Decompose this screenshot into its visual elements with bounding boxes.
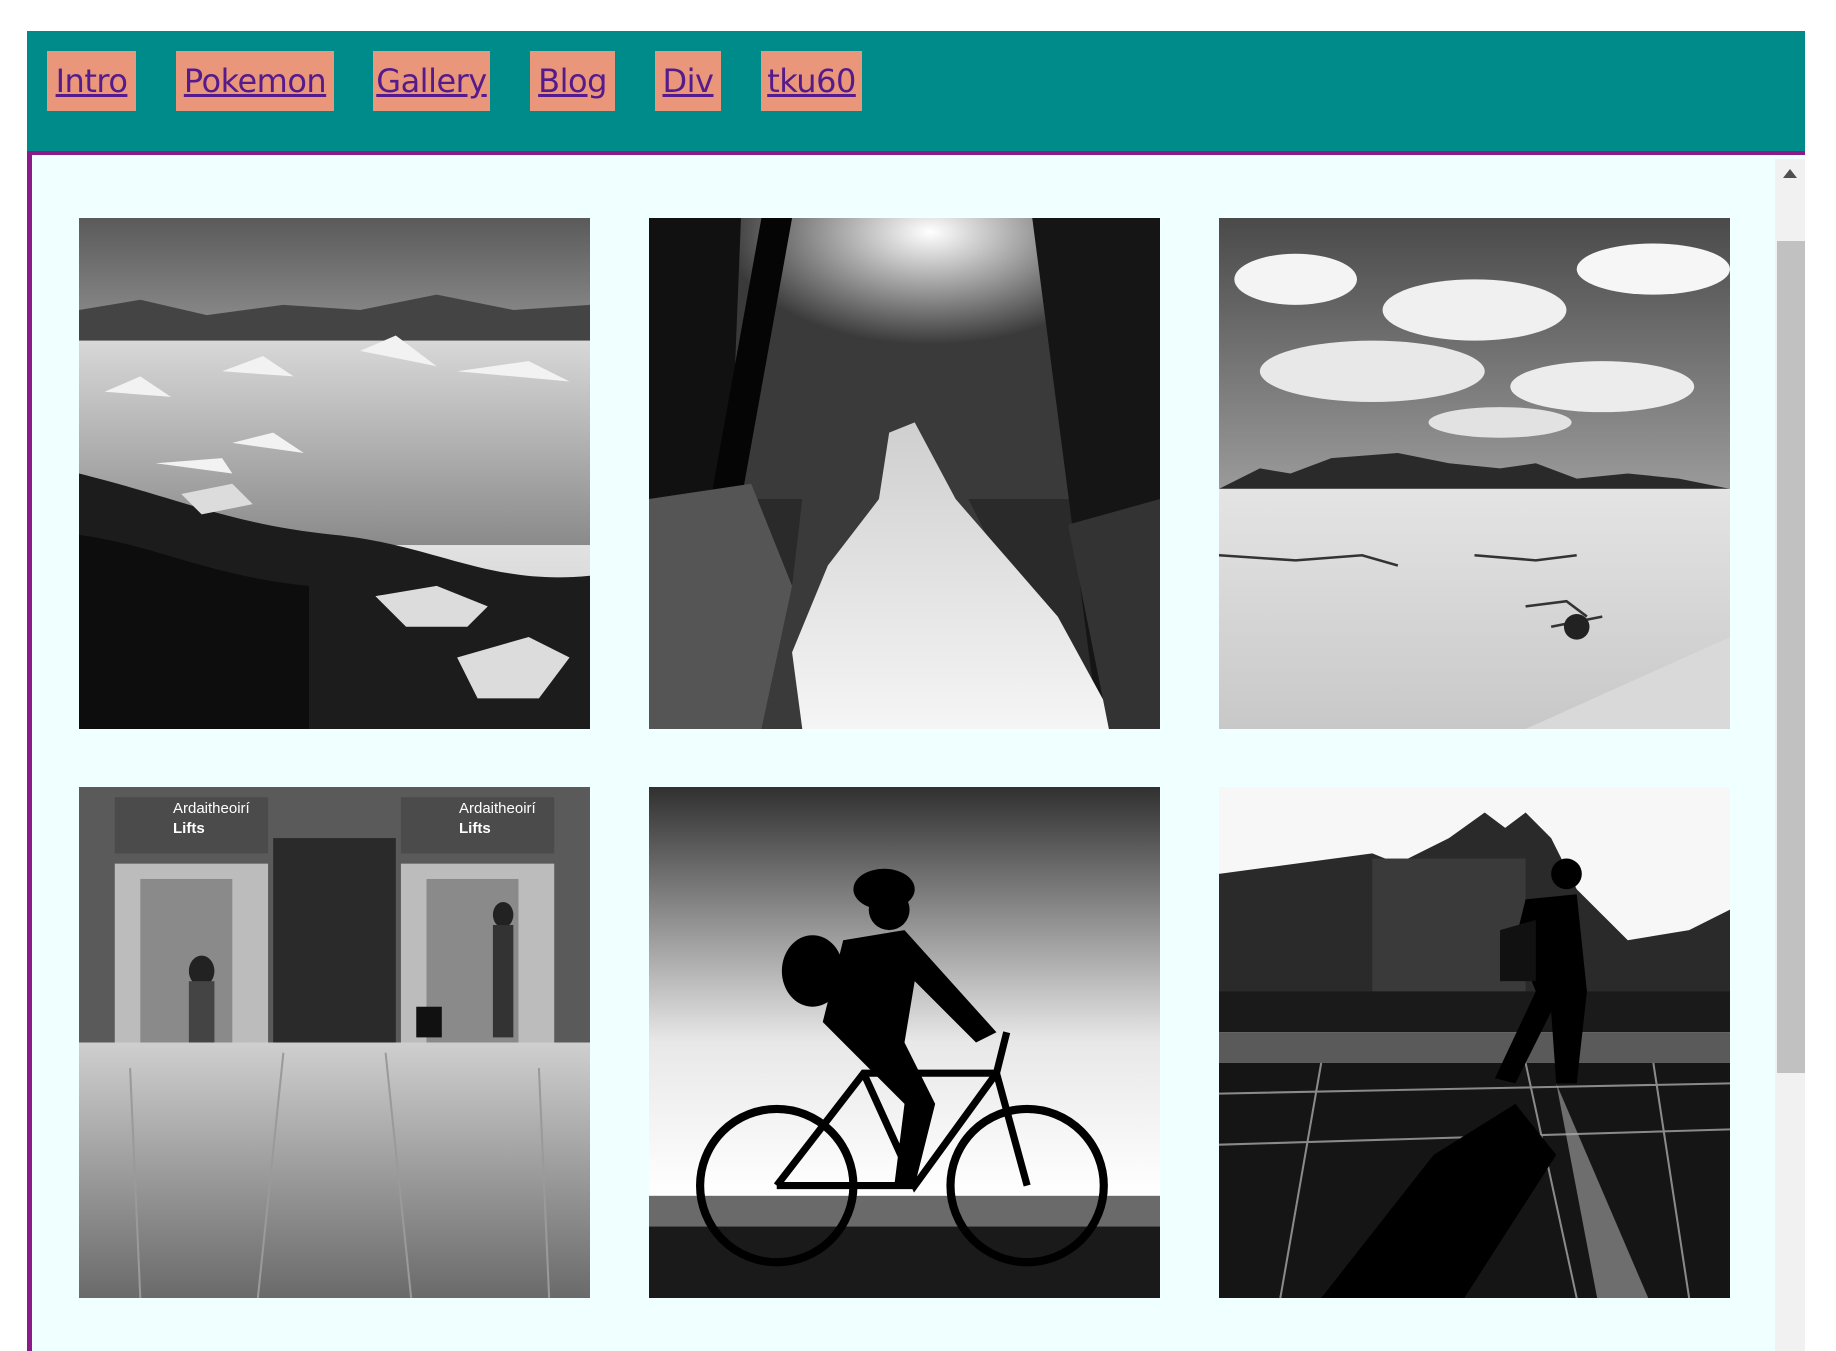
- city-walker-image: [1219, 787, 1730, 1298]
- lift-sign-right-subtitle: Lifts: [459, 820, 491, 837]
- nav-item-tku60: tku60: [761, 51, 862, 111]
- airport-lifts-image: [79, 787, 590, 1298]
- lift-sign-right-title: Ardaitheoirí: [459, 800, 536, 817]
- nav-item-blog: Blog: [530, 51, 615, 111]
- navbar: Intro Pokemon Gallery Blog Div tku60: [27, 31, 1805, 151]
- lift-sign-right: Ardaitheoirí Lifts: [403, 798, 549, 850]
- gallery-content: Ardaitheoirí Lifts Ardaitheoirí Lifts: [27, 151, 1805, 1351]
- nav-item-gallery: Gallery: [373, 51, 490, 111]
- nav-link-tku60[interactable]: tku60: [767, 62, 856, 100]
- gallery-photo-city-walker[interactable]: [1219, 787, 1730, 1298]
- nav-item-intro: Intro: [47, 51, 136, 111]
- gallery-photo-waterfall[interactable]: [649, 218, 1160, 729]
- cyclist-image: [649, 787, 1160, 1298]
- nav-link-pokemon[interactable]: Pokemon: [184, 62, 327, 100]
- nav-item-div: Div: [655, 51, 721, 111]
- waterfall-image: [649, 218, 1160, 729]
- desert-image: [1219, 218, 1730, 729]
- scrollbar-thumb[interactable]: [1777, 241, 1805, 1073]
- gallery-photo-icebergs[interactable]: [79, 218, 590, 729]
- gallery-photo-airport-lifts[interactable]: Ardaitheoirí Lifts Ardaitheoirí Lifts: [79, 787, 590, 1298]
- nav-link-gallery[interactable]: Gallery: [376, 62, 487, 100]
- lift-sign-left: Ardaitheoirí Lifts: [117, 798, 263, 850]
- page-frame: Intro Pokemon Gallery Blog Div tku60 Ard…: [27, 31, 1805, 1351]
- scroll-up-arrow-icon[interactable]: [1783, 169, 1797, 178]
- nav-item-pokemon: Pokemon: [176, 51, 334, 111]
- icebergs-image: [79, 218, 590, 729]
- nav-link-div[interactable]: Div: [663, 62, 714, 100]
- lift-sign-left-title: Ardaitheoirí: [173, 800, 250, 817]
- nav-link-intro[interactable]: Intro: [56, 62, 128, 100]
- nav-link-blog[interactable]: Blog: [538, 62, 607, 100]
- vertical-scrollbar[interactable]: [1775, 159, 1805, 1351]
- lift-sign-left-subtitle: Lifts: [173, 820, 205, 837]
- gallery-photo-desert[interactable]: [1219, 218, 1730, 729]
- gallery-photo-cyclist[interactable]: [649, 787, 1160, 1298]
